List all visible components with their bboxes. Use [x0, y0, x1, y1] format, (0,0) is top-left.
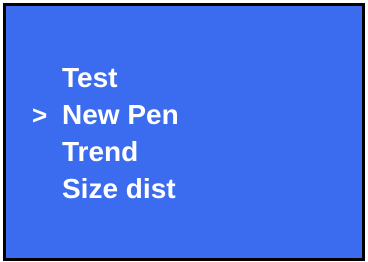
menu-item-new-pen[interactable]: > New Pen — [32, 96, 179, 133]
menu-item-size-dist[interactable]: Size dist — [32, 170, 179, 207]
selection-cursor: > — [32, 99, 48, 130]
menu-item-label: Test — [62, 61, 118, 93]
menu-item-label: New Pen — [62, 98, 179, 130]
menu-item-label: Trend — [62, 135, 139, 167]
menu-item-trend[interactable]: Trend — [32, 133, 179, 170]
menu-item-test[interactable]: Test — [32, 59, 179, 96]
menu-list: Test > New Pen Trend Size dist — [32, 59, 179, 207]
menu-item-label: Size dist — [62, 172, 176, 204]
lcd-menu-screen: Test > New Pen Trend Size dist — [3, 3, 365, 261]
